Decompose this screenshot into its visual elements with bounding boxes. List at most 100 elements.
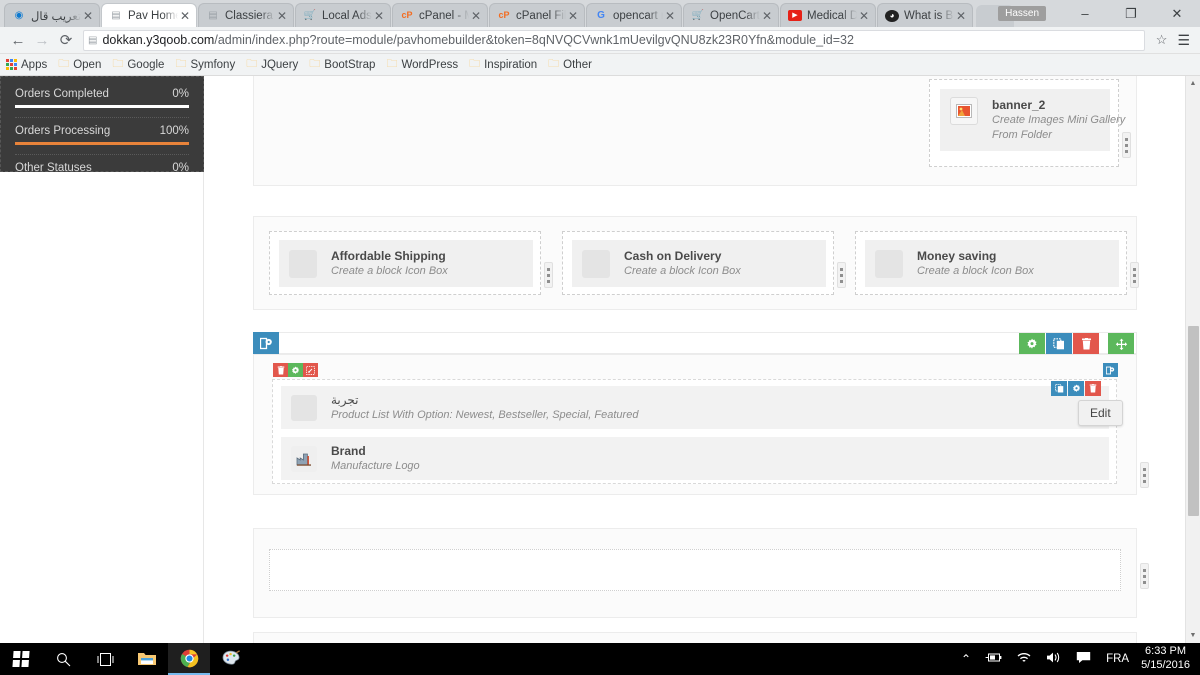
close-icon[interactable]: ✕ — [178, 10, 192, 22]
close-icon[interactable]: ✕ — [566, 10, 580, 22]
drag-grip-icon[interactable] — [1130, 262, 1139, 288]
builder-drop-zone-empty[interactable] — [269, 549, 1121, 591]
browser-tab-6[interactable]: G opencart r ✕ — [586, 3, 682, 27]
start-button[interactable] — [0, 643, 42, 675]
folder-icon: 🗀 — [175, 58, 187, 70]
stat-progress-bar — [15, 179, 189, 182]
file-explorer-button[interactable] — [126, 643, 168, 675]
browser-tab-0[interactable]: ◉ تعريب قال ✕ — [4, 3, 100, 27]
builder-column-drop-zone[interactable]: تجربة Product List With Option: Newest, … — [272, 379, 1117, 484]
browser-tab-9[interactable]: ◕ What is Bl ✕ — [877, 3, 973, 27]
speaker-icon[interactable] — [1039, 651, 1069, 667]
row-move-button[interactable] — [1108, 333, 1134, 355]
bookmark-bootstrap[interactable]: 🗀 BootStrap — [309, 55, 375, 74]
battery-icon[interactable] — [978, 652, 1009, 666]
scroll-down-arrow-icon[interactable]: ▼ — [1186, 628, 1200, 643]
column-settings-button[interactable] — [288, 363, 303, 377]
bookmark-star-icon[interactable]: ☆ — [1150, 32, 1174, 48]
close-icon[interactable]: ✕ — [857, 10, 871, 22]
browser-tab-3[interactable]: 🛒 Local Ads ✕ — [295, 3, 391, 27]
builder-block-icon-box[interactable]: Money saving Create a block Icon Box — [865, 240, 1119, 288]
tab-label: Classiera C — [225, 9, 275, 22]
back-icon[interactable]: ← — [6, 32, 30, 49]
minimize-button[interactable]: – — [1062, 0, 1108, 27]
search-button[interactable] — [42, 643, 84, 675]
chrome-button[interactable] — [168, 643, 210, 675]
task-view-button[interactable] — [84, 643, 126, 675]
drag-grip-icon[interactable] — [544, 262, 553, 288]
address-bar[interactable]: ▤ dokkan.y3qoob.com/admin/index.php?rout… — [83, 29, 1145, 51]
drag-grip-icon[interactable] — [1140, 563, 1149, 589]
bookmark-inspiration[interactable]: 🗀 Inspiration — [469, 55, 537, 74]
bookmark-google[interactable]: 🗀 Google — [112, 55, 164, 74]
clock[interactable]: 6:33 PM 5/15/2016 — [1137, 645, 1200, 673]
bookmark-wordpress[interactable]: 🗀 WordPress — [386, 55, 458, 74]
bookmark-symfony[interactable]: 🗀 Symfony — [175, 55, 235, 74]
builder-row-next[interactable] — [253, 632, 1137, 643]
edit-button[interactable]: Edit — [1078, 400, 1123, 426]
user-profile-chip[interactable]: Hassen — [998, 6, 1046, 21]
builder-block-icon-box[interactable]: Cash on Delivery Create a block Icon Box — [572, 240, 826, 288]
task-view-icon — [97, 652, 113, 666]
stat-progress-bar — [15, 142, 189, 145]
row-duplicate-button[interactable] — [1046, 333, 1072, 355]
builder-drop-zone[interactable]: Cash on Delivery Create a block Icon Box — [562, 231, 846, 295]
builder-row-toolbar[interactable] — [253, 332, 1137, 355]
maximize-button[interactable]: ❐ — [1108, 0, 1154, 27]
builder-row-empty[interactable] — [253, 528, 1149, 618]
action-center-icon[interactable] — [1069, 651, 1098, 667]
close-icon[interactable]: ✕ — [469, 10, 483, 22]
browser-tab-1[interactable]: ▤ Pav Home ✕ — [101, 3, 197, 27]
builder-row-banner[interactable]: banner_2 Create Images Mini Gallery From… — [253, 76, 1137, 186]
browser-tab-8[interactable]: ▶ Medical D ✕ — [780, 3, 876, 27]
close-icon[interactable]: ✕ — [275, 10, 289, 22]
drag-grip-icon[interactable] — [837, 262, 846, 288]
block-settings-button[interactable] — [1068, 381, 1084, 396]
browser-tab-5[interactable]: cP cPanel File ✕ — [489, 3, 585, 27]
builder-drop-zone[interactable]: banner_2 Create Images Mini Gallery From… — [929, 79, 1131, 167]
language-indicator[interactable]: FRA — [1098, 653, 1137, 665]
row-settings-button[interactable] — [1019, 333, 1045, 355]
close-icon[interactable]: ✕ — [372, 10, 386, 22]
wifi-icon[interactable] — [1009, 652, 1039, 667]
drag-grip-icon[interactable] — [1140, 462, 1149, 488]
close-window-button[interactable]: ✕ — [1154, 0, 1200, 27]
paint-button[interactable] — [210, 643, 252, 675]
builder-block-brand[interactable]: Brand Manufacture Logo — [281, 437, 1109, 481]
forward-icon[interactable]: → — [30, 32, 54, 49]
chevron-up-icon[interactable]: ⌃ — [954, 652, 978, 666]
browser-tab-7[interactable]: 🛒 OpenCart ✕ — [683, 3, 779, 27]
page-scrollbar[interactable]: ▲ ▼ — [1185, 76, 1200, 643]
drag-grip-icon[interactable] — [1122, 132, 1131, 158]
column-unlink-button[interactable] — [303, 363, 318, 377]
browser-tab-2[interactable]: ▤ Classiera C ✕ — [198, 3, 294, 27]
scroll-up-arrow-icon[interactable]: ▲ — [1186, 76, 1200, 91]
builder-block-banner[interactable]: banner_2 Create Images Mini Gallery From… — [940, 89, 1125, 151]
builder-drop-zone[interactable]: Money saving Create a block Icon Box — [855, 231, 1139, 295]
close-icon[interactable]: ✕ — [81, 10, 95, 22]
reload-icon[interactable]: ⟳ — [54, 31, 78, 49]
row-delete-button[interactable] — [1073, 333, 1099, 355]
block-duplicate-button[interactable] — [1051, 381, 1067, 396]
bookmark-other[interactable]: 🗀 Other — [548, 55, 592, 74]
clock-date: 5/15/2016 — [1141, 659, 1190, 671]
block-delete-button[interactable] — [1085, 381, 1101, 396]
scrollbar-thumb[interactable] — [1188, 326, 1199, 516]
bookmark-open[interactable]: 🗀 Open — [58, 55, 101, 74]
chrome-menu-icon[interactable]: ☰ — [1173, 32, 1194, 49]
builder-row-active[interactable]: تجربة Product List With Option: Newest, … — [253, 354, 1149, 495]
bookmark-label: Apps — [21, 58, 48, 71]
bookmark-apps[interactable]: Apps — [6, 59, 47, 71]
browser-tab-4[interactable]: cP cPanel - M ✕ — [392, 3, 488, 27]
close-icon[interactable]: ✕ — [954, 10, 968, 22]
bookmark-jquery[interactable]: 🗀 JQuery — [246, 55, 298, 74]
close-icon[interactable]: ✕ — [760, 10, 774, 22]
builder-drop-zone[interactable]: Affordable Shipping Create a block Icon … — [269, 231, 553, 295]
close-icon[interactable]: ✕ — [663, 10, 677, 22]
row-layout-button[interactable] — [253, 332, 279, 354]
column-delete-button[interactable] — [273, 363, 288, 377]
builder-row-iconboxes[interactable]: Affordable Shipping Create a block Icon … — [253, 216, 1139, 310]
builder-block-icon-box[interactable]: Affordable Shipping Create a block Icon … — [279, 240, 533, 288]
column-layout-button[interactable] — [1103, 363, 1118, 377]
builder-block-product-list[interactable]: تجربة Product List With Option: Newest, … — [281, 381, 1109, 430]
